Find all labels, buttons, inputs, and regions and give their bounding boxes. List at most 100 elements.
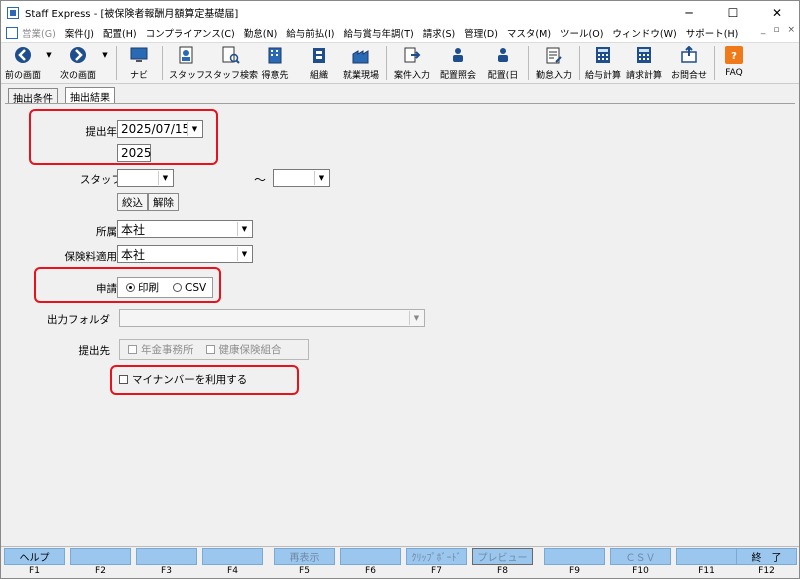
dept-value: 本社	[121, 222, 146, 237]
f1-key[interactable]: ヘルプ F1	[3, 547, 66, 577]
organization-icon	[313, 48, 325, 63]
f11-key[interactable]: F11	[675, 547, 738, 577]
chevron-down-icon[interactable]: ▼	[314, 171, 328, 185]
document-icon	[6, 27, 18, 39]
f4-key[interactable]: F4	[201, 547, 264, 577]
menu-attendance[interactable]: 勤怠(N)	[244, 26, 278, 40]
inquiry-button[interactable]: お問合せ	[667, 44, 711, 82]
placement-inquiry-button[interactable]: 配置照会	[436, 44, 480, 82]
tab-extract-conditions[interactable]: 抽出条件	[8, 88, 58, 105]
highlight-date-year	[29, 109, 218, 165]
monitor-icon	[130, 47, 148, 62]
title-bar: Staff Express - [被保険者報酬月額算定基礎届] ─ ☐ ✕	[1, 1, 799, 24]
back-button[interactable]: 前の画面	[3, 44, 43, 82]
people-icon	[498, 48, 508, 62]
insurance-dept-select[interactable]: 本社 ▼	[117, 245, 253, 263]
navi-button[interactable]: ナビ	[121, 44, 157, 82]
forward-dropdown[interactable]: ▼	[99, 44, 111, 82]
factory-icon	[352, 50, 369, 64]
tab-strip: 抽出条件 抽出結果	[1, 86, 799, 105]
mdi-close-button[interactable]: ×	[787, 25, 795, 35]
org-button[interactable]: 組織	[299, 44, 339, 82]
back-dropdown[interactable]: ▼	[43, 44, 55, 82]
staff-search-icon	[222, 46, 240, 64]
people-icon	[453, 48, 463, 62]
chevron-down-icon: ▼	[102, 51, 108, 59]
clipboard-edit-icon	[546, 47, 562, 64]
folder-label: 出力フォルダ	[47, 314, 110, 326]
f7-key[interactable]: ｸﾘｯﾌﾟﾎﾞｰﾄﾞ F7	[405, 547, 468, 577]
arrow-right-icon	[70, 47, 86, 63]
calculator-icon	[596, 47, 610, 63]
tab-extract-results[interactable]: 抽出結果	[65, 87, 115, 104]
menu-case[interactable]: 案件(J)	[65, 26, 94, 40]
f9-key[interactable]: F9	[543, 547, 606, 577]
chevron-down-icon: ▼	[46, 51, 52, 59]
menu-support[interactable]: サポート(H)	[686, 26, 739, 40]
staff-no-to-select[interactable]: ▼	[273, 169, 330, 187]
staff-button[interactable]: スタッフ	[167, 44, 207, 82]
highlight-method	[34, 267, 221, 303]
staff-no-from-select[interactable]: ▼	[117, 169, 174, 187]
f8-key[interactable]: プレビュー F8	[471, 547, 534, 577]
form-panel: 提出年月日 2025/07/15 ▼ 年度 2025 スタッフNO ▼ ～ ▼ …	[5, 103, 795, 544]
f12-key[interactable]: 終 了 F12	[735, 547, 798, 577]
destination-group: 年金事務所 健康保険組合	[119, 339, 309, 360]
menu-window[interactable]: ウィンドウ(W)	[612, 26, 676, 40]
faq-button[interactable]: ? FAQ	[718, 44, 750, 82]
menu-payroll[interactable]: 給与賞与年調(T)	[344, 26, 414, 40]
menu-placement[interactable]: 配置(H)	[103, 26, 137, 40]
minimize-button[interactable]: ─	[667, 1, 711, 24]
placement-button[interactable]: 配置(日	[481, 44, 525, 82]
staff-search-button[interactable]: スタッフ検索	[204, 44, 258, 82]
menu-billing[interactable]: 請求(S)	[423, 26, 455, 40]
destination-label: 提出先	[78, 345, 111, 357]
chevron-down-icon[interactable]: ▼	[409, 311, 423, 325]
filter-button[interactable]: 絞込	[117, 193, 148, 211]
dest-pension-checkbox[interactable]: 年金事務所	[128, 342, 194, 357]
app-icon	[7, 6, 19, 19]
highlight-mynumber	[110, 365, 299, 395]
toolbar: 前の画面 ▼ 次の画面 ▼ ナビ スタッフ スタッフ検索 得意先 組織 就業現場…	[1, 42, 799, 84]
menu-bar: 営業(G) 案件(J) 配置(H) コンプライアンス(C) 勤怠(N) 給与前払…	[1, 24, 799, 42]
f2-key[interactable]: F2	[69, 547, 132, 577]
svg-text:?: ?	[731, 51, 737, 62]
f6-key[interactable]: F6	[339, 547, 402, 577]
menu-admin[interactable]: 管理(D)	[464, 26, 498, 40]
chevron-down-icon[interactable]: ▼	[158, 171, 172, 185]
menu-advance-pay[interactable]: 給与前払(I)	[286, 26, 334, 40]
clear-button[interactable]: 解除	[148, 193, 179, 211]
f10-key[interactable]: ＣＳＶ F10	[609, 547, 672, 577]
window-title: Staff Express - [被保険者報酬月額算定基礎届]	[25, 9, 239, 20]
close-button[interactable]: ✕	[755, 1, 799, 24]
menu-master[interactable]: マスタ(M)	[507, 26, 551, 40]
faq-icon: ?	[725, 46, 743, 64]
menu-sales[interactable]: 営業(G)	[22, 26, 56, 40]
maximize-button[interactable]: ☐	[711, 1, 755, 24]
billing-calc-button[interactable]: 請求計算	[623, 44, 665, 82]
payroll-calc-button[interactable]: 給与計算	[583, 44, 623, 82]
mdi-minimize-button[interactable]: _	[761, 25, 766, 35]
f3-key[interactable]: F3	[135, 547, 198, 577]
site-button[interactable]: 就業現場	[339, 44, 383, 82]
client-button[interactable]: 得意先	[255, 44, 295, 82]
chevron-down-icon[interactable]: ▼	[237, 247, 251, 261]
menu-tools[interactable]: ツール(O)	[560, 26, 603, 40]
chevron-down-icon[interactable]: ▼	[237, 222, 251, 236]
staff-icon	[179, 46, 193, 64]
dest-health-checkbox[interactable]: 健康保険組合	[205, 342, 282, 357]
mailbox-icon	[681, 46, 697, 63]
output-folder-select[interactable]: ▼	[119, 309, 425, 327]
attendance-input-button[interactable]: 勤怠入力	[532, 44, 576, 82]
mdi-restore-button[interactable]: ▫	[773, 25, 779, 35]
app-window: Staff Express - [被保険者報酬月額算定基礎届] ─ ☐ ✕ 営業…	[0, 0, 800, 579]
insurance-dept-value: 本社	[121, 247, 146, 262]
f5-key[interactable]: 再表示 F5	[273, 547, 336, 577]
building-icon	[268, 47, 282, 64]
forward-button[interactable]: 次の画面	[57, 44, 99, 82]
menu-compliance[interactable]: コンプライアンス(C)	[146, 26, 235, 40]
case-input-button[interactable]: 案件入力	[390, 44, 434, 82]
dept-select[interactable]: 本社 ▼	[117, 220, 253, 238]
range-tilde: ～	[254, 173, 267, 187]
case-input-icon	[404, 47, 421, 63]
